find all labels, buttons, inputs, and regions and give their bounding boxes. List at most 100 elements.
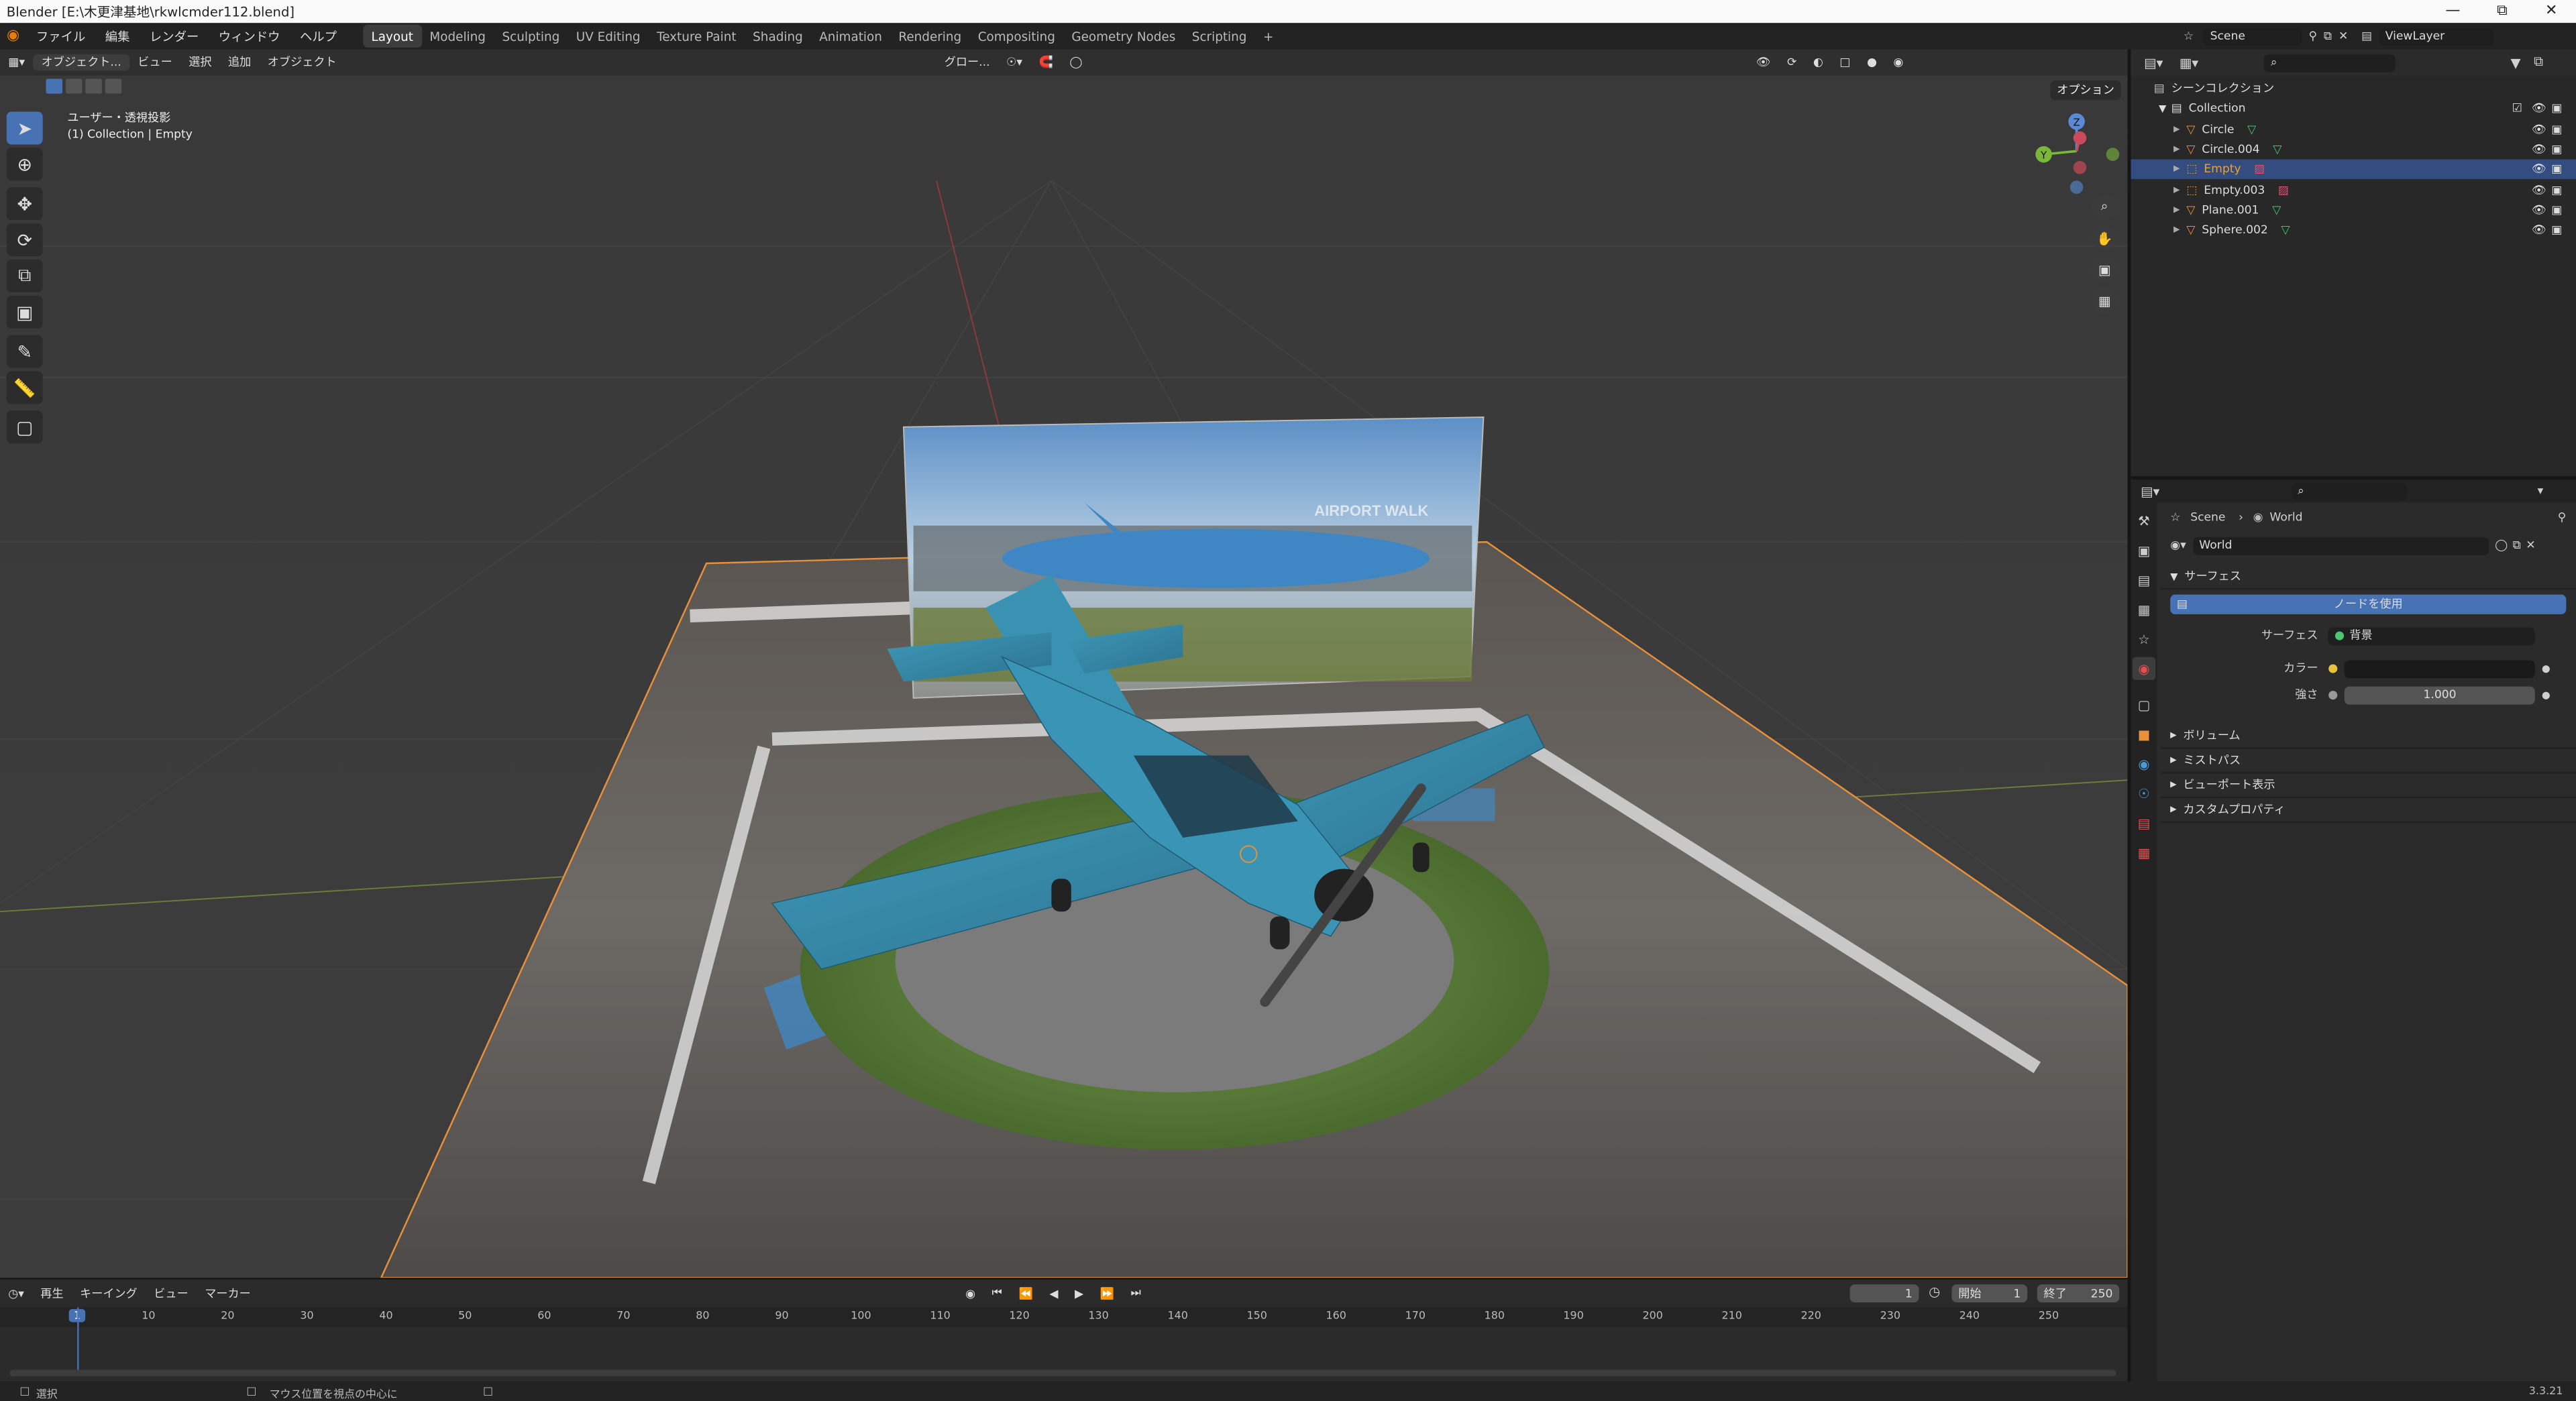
outliner-scene-collection[interactable]: ▤ シーンコレクション [2131, 79, 2576, 99]
options-chevron-icon[interactable]: ▾ [2538, 484, 2544, 498]
select-subtract-icon[interactable] [85, 78, 102, 94]
outliner-editor-icon[interactable]: ▤▾ [2144, 55, 2163, 70]
pin-icon[interactable]: ⚲ [2558, 511, 2567, 524]
timeline-editor[interactable]: ◷▾ 再生 キーイング ビュー マーカー ◉ ⏮ ⏪ ◀ ▶ ⏩ ⏭ 1 ◷ 開… [0, 1278, 2128, 1382]
tab-layout[interactable]: Layout [363, 24, 422, 48]
prev-keyframe-icon[interactable]: ⏪ [1010, 1287, 1041, 1300]
constraints-tab-icon[interactable]: ☉ [2133, 782, 2155, 805]
overlay-toggle-icon[interactable]: ◐ [1805, 56, 1831, 69]
select-new-icon[interactable] [46, 78, 63, 94]
minimize-icon[interactable]: — [2428, 0, 2477, 23]
visibility-eye-icon[interactable]: 👁 [2532, 163, 2546, 176]
collection-checkbox[interactable]: ☑ [2512, 103, 2522, 116]
current-frame-field[interactable]: 1 [1849, 1284, 1919, 1303]
outliner[interactable]: ▤▾ ▦▾ ⌕ ▼ ⧉ ▤ シーンコレクション ▼ ▤ Collection ☑… [2131, 49, 2576, 477]
snap-icon[interactable]: 🧲 [1030, 56, 1061, 69]
shading-material-icon[interactable]: ◉ [1885, 56, 1911, 69]
visibility-eye-icon[interactable]: 👁 [2532, 183, 2546, 197]
render-camera-icon[interactable]: ▣ [2551, 183, 2562, 197]
pan-hand-icon[interactable]: ✋ [2091, 225, 2118, 251]
collapsed-panel-header[interactable]: ▶ カスタムプロパティ [2160, 798, 2576, 823]
tab-sculpting[interactable]: Sculpting [494, 25, 568, 48]
collapsed-panel-header[interactable]: ▶ ビューポート表示 [2160, 773, 2576, 799]
tab-shading[interactable]: Shading [745, 25, 811, 48]
add-workspace-button[interactable]: + [1255, 25, 1282, 48]
visibility-eye-icon[interactable]: 👁 [2532, 143, 2546, 156]
play-icon[interactable]: ▶ [1067, 1287, 1092, 1300]
clock-icon[interactable]: ◷ [1929, 1284, 1940, 1299]
visibility-eye-icon[interactable]: 👁 [2532, 103, 2546, 116]
scene-tab-icon[interactable]: ☆ [2133, 628, 2155, 651]
restore-icon[interactable]: ⧉ [2477, 0, 2526, 23]
pin-scene-icon[interactable]: ⚲ [2309, 30, 2318, 43]
rotate-tool-icon[interactable]: ⟳ [6, 223, 43, 257]
duplicate-world-icon[interactable]: ⧉ [2513, 538, 2521, 553]
transform-tool-icon[interactable]: ▣ [6, 295, 43, 329]
outliner-item[interactable]: ▶ ▽ Circle ▽ 👁 ▣ [2131, 119, 2576, 139]
strength-field[interactable]: 1.000 [2344, 685, 2536, 704]
surface-shader-field[interactable]: ● 背景 [2328, 626, 2535, 645]
mesh-data-icon[interactable]: ▽ [2273, 143, 2282, 156]
filter-icon[interactable]: ▼ [2510, 55, 2520, 70]
expand-arrow-icon[interactable]: ▶ [2174, 124, 2180, 134]
select-tool-icon[interactable]: ➤ [6, 111, 43, 145]
object-tab-icon[interactable]: ■ [2133, 723, 2155, 746]
output-tab-icon[interactable]: ▤ [2133, 568, 2155, 591]
zoom-icon[interactable]: ⌕ [2091, 193, 2118, 221]
blender-logo-icon[interactable]: ◉ [0, 28, 26, 44]
tab-modeling[interactable]: Modeling [421, 25, 494, 48]
menu-keying[interactable]: キーイング [72, 1285, 146, 1301]
properties-editor-icon[interactable]: ▤▾ [2141, 484, 2159, 498]
expand-arrow-icon[interactable]: ▶ [2174, 185, 2180, 195]
view-layer-tab-icon[interactable]: ▦ [2133, 598, 2155, 620]
render-camera-icon[interactable]: ▣ [2551, 123, 2562, 136]
menu-help[interactable]: ヘルプ [290, 27, 346, 45]
render-camera-icon[interactable]: ▣ [2551, 143, 2562, 156]
outliner-item[interactable]: ▶ ⬚ Empty ▨ 👁 ▣ [2131, 160, 2576, 180]
render-camera-icon[interactable]: ▣ [2551, 203, 2562, 217]
outliner-item[interactable]: ▶ ▽ Sphere.002 ▽ 👁 ▣ [2131, 220, 2576, 240]
menu-timeline-view[interactable]: ビュー [146, 1285, 197, 1301]
tab-compositing[interactable]: Compositing [969, 25, 1063, 48]
cursor-tool-icon[interactable]: ⊕ [6, 148, 43, 181]
xray-icon[interactable]: □ [1831, 56, 1859, 69]
menu-edit[interactable]: 編集 [95, 27, 140, 45]
collection-tab-icon[interactable]: ▢ [2133, 693, 2155, 716]
3d-viewport[interactable]: AIRPORT WALK ▦▾ オブジェクト... ビュー 選択 追加 オブジェ… [0, 49, 2128, 1278]
tab-texture-paint[interactable]: Texture Paint [649, 25, 745, 48]
color-socket-icon[interactable]: ● [2328, 662, 2338, 675]
expand-arrow-icon[interactable]: ▶ [2174, 165, 2180, 175]
keyframe-dot-icon[interactable]: ● [2542, 689, 2551, 700]
menu-render[interactable]: レンダー [140, 27, 209, 45]
menu-marker[interactable]: マーカー [197, 1285, 259, 1301]
close-icon[interactable]: ✕ [2527, 0, 2576, 23]
color-swatch[interactable] [2344, 659, 2536, 678]
keyframe-dot-icon[interactable]: ● [2542, 663, 2551, 674]
data-tab-icon[interactable]: ▤ [2133, 811, 2155, 834]
menu-playback[interactable]: 再生 [32, 1285, 72, 1301]
select-extend-icon[interactable] [65, 78, 83, 94]
world-tab-icon[interactable]: ◉ [2132, 657, 2156, 680]
breadcrumb-world[interactable]: World [2269, 511, 2302, 524]
editor-type-icon[interactable]: ▦▾ [0, 56, 33, 69]
mesh-data-icon[interactable]: ▽ [2247, 123, 2256, 136]
move-tool-icon[interactable]: ✥ [6, 187, 43, 221]
delete-scene-icon[interactable]: ✕ [2339, 30, 2348, 43]
playhead[interactable] [77, 1307, 79, 1374]
timeline-editor-icon[interactable]: ◷▾ [0, 1287, 32, 1300]
image-data-icon[interactable]: ▨ [2254, 163, 2265, 176]
use-nodes-button[interactable]: ▤ ノードを使用 [2170, 594, 2567, 614]
tab-rendering[interactable]: Rendering [890, 25, 969, 48]
transform-orientation-dropdown[interactable]: グロー... [936, 54, 998, 70]
expand-arrow-icon[interactable]: ▼ [2159, 103, 2166, 115]
scale-tool-icon[interactable]: ⧉ [6, 259, 43, 292]
strength-socket-icon[interactable]: ● [2328, 688, 2338, 702]
jump-end-icon[interactable]: ⏭ [1122, 1286, 1149, 1301]
collapsed-panel-header[interactable]: ▶ ボリューム [2160, 724, 2576, 749]
outliner-search-input[interactable]: ⌕ [2264, 53, 2396, 72]
timeline-scrollbar[interactable] [9, 1369, 2116, 1377]
play-reverse-icon[interactable]: ◀ [1041, 1287, 1067, 1300]
physics-tab-icon[interactable]: ◉ [2133, 752, 2155, 775]
fake-user-icon[interactable]: ◯ [2495, 539, 2508, 552]
gizmo-toggle-icon[interactable]: ⟳ [1779, 56, 1805, 69]
